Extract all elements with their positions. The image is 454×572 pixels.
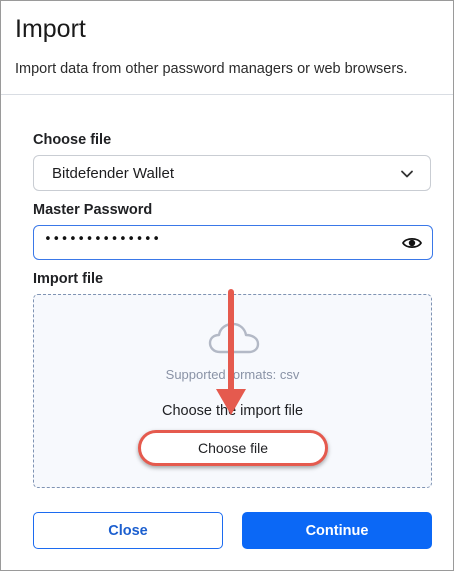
choose-file-selected-value: Bitdefender Wallet	[52, 165, 175, 182]
master-password-value: ••••••••••••••	[44, 232, 161, 247]
dialog-title: Import	[15, 15, 86, 43]
dialog-subtitle: Import data from other password managers…	[15, 61, 408, 77]
choose-import-file-text: Choose the import file	[161, 403, 304, 419]
close-button[interactable]: Close	[33, 512, 223, 549]
master-password-field[interactable]: ••••••••••••••	[33, 225, 433, 260]
chevron-down-icon	[401, 170, 413, 178]
continue-button[interactable]: Continue	[242, 512, 432, 549]
choose-file-label: Choose file	[33, 132, 112, 148]
choose-file-button[interactable]: Choose file	[138, 430, 328, 466]
import-file-dropzone[interactable]: Supported formats: csv Choose the import…	[33, 294, 432, 488]
eye-icon[interactable]	[402, 234, 422, 252]
master-password-label: Master Password	[33, 202, 153, 218]
cloud-icon	[208, 322, 260, 354]
supported-formats-text: Supported formats: csv	[165, 367, 300, 382]
import-file-label: Import file	[33, 271, 104, 287]
import-dialog: Import Import data from other password m…	[0, 0, 454, 571]
choose-file-select[interactable]: Bitdefender Wallet	[33, 155, 431, 191]
dialog-header: Import Import data from other password m…	[1, 1, 453, 95]
